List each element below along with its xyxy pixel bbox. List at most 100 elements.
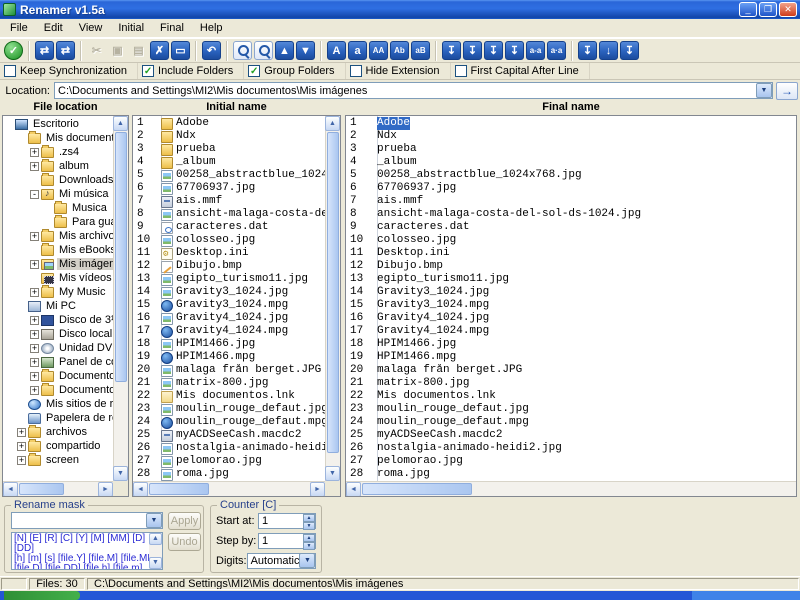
initial-row[interactable]: 25myACDSeeCash.macdc2 xyxy=(133,429,325,442)
final-row[interactable]: 9caracteres.dat xyxy=(346,221,796,234)
tree-expander-icon[interactable]: + xyxy=(30,162,39,171)
scroll-right-icon[interactable]: ► xyxy=(98,482,113,497)
tree-item-zs4[interactable]: +.zs4 xyxy=(4,145,113,159)
tree-item-compartido[interactable]: +compartido xyxy=(4,439,113,453)
uppercase-all-icon[interactable]: AA xyxy=(369,41,388,60)
tree-expander-icon[interactable]: + xyxy=(30,288,39,297)
invert-case-icon[interactable]: aB xyxy=(411,41,430,60)
initial-row[interactable]: 1Adobe xyxy=(133,117,325,130)
tree-item-mi-pc[interactable]: Mi PC xyxy=(4,299,113,313)
rename-mask-combobox[interactable]: ▼ xyxy=(11,512,163,529)
initial-row[interactable]: 17Gravity4_1024.mpg xyxy=(133,325,325,338)
final-row[interactable]: 15Gravity3_1024.mpg xyxy=(346,299,796,312)
tree-item-unidad-dvd-d[interactable]: +Unidad DVD (D:) xyxy=(4,341,113,355)
tree-item-para-guardar[interactable]: Para guardar xyxy=(4,215,113,229)
undo-icon[interactable]: ↶ xyxy=(202,41,221,60)
scroll-down-icon[interactable]: ▼ xyxy=(325,466,340,481)
tree-item-documentos-compartidos[interactable]: +Documentos compartidos xyxy=(4,369,113,383)
final-row[interactable]: 13egipto_turismo11.jpg xyxy=(346,273,796,286)
location-dropdown-icon[interactable]: ▼ xyxy=(756,83,772,98)
dash-to-space-icon[interactable]: a·a xyxy=(547,41,566,60)
final-row[interactable]: 3prueba xyxy=(346,143,796,156)
checkbox-keep-synchronization[interactable] xyxy=(4,65,16,77)
start-button-edge[interactable] xyxy=(4,591,80,600)
final-row[interactable]: 14Gravity3_1024.jpg xyxy=(346,286,796,299)
start-at-value[interactable]: 1 xyxy=(262,515,268,527)
maximize-button[interactable]: ❐ xyxy=(759,2,777,17)
final-row[interactable]: 4_album xyxy=(346,156,796,169)
tree-item-mis-v-deos[interactable]: Mis vídeos xyxy=(4,271,113,285)
undo-button[interactable]: Undo xyxy=(168,533,201,551)
scroll-left-icon[interactable]: ◄ xyxy=(346,482,361,497)
tree-vertical-scrollbar[interactable]: ▲ ▼ xyxy=(113,116,128,481)
initial-row[interactable]: 28roma.jpg xyxy=(133,468,325,481)
mask-tokens-list[interactable]: [N] [E] [R] [C] [Y] [M] [MM] [D] [DD][h]… xyxy=(11,532,163,570)
final-row[interactable]: 667706937.jpg xyxy=(346,182,796,195)
tree-item-screen[interactable]: +screen xyxy=(4,453,113,467)
menu-edit[interactable]: Edit xyxy=(36,20,71,36)
location-value[interactable]: C:\Documents and Settings\MI2\Mis docume… xyxy=(55,85,756,97)
initial-row[interactable]: 16Gravity4_1024.jpg xyxy=(133,312,325,325)
initial-row[interactable]: 13egipto_turismo11.jpg xyxy=(133,273,325,286)
initial-row[interactable]: 9caracteres.dat xyxy=(133,221,325,234)
final-row[interactable]: 28roma.jpg xyxy=(346,468,796,481)
initial-row[interactable]: 4_album xyxy=(133,156,325,169)
tree-item-musica[interactable]: Musica xyxy=(4,201,113,215)
insert-text-icon[interactable]: ↓ xyxy=(599,41,618,60)
tree-item-documentos-de-mi2[interactable]: +Documentos de MI2 xyxy=(4,383,113,397)
tree-item-papelera-de-reciclaje[interactable]: Papelera de reciclaje xyxy=(4,411,113,425)
final-row[interactable]: 2Ndx xyxy=(346,130,796,143)
tree-expander-icon[interactable]: + xyxy=(17,456,26,465)
final-row[interactable]: 17Gravity4_1024.mpg xyxy=(346,325,796,338)
scrollbar-thumb[interactable] xyxy=(149,483,209,495)
scroll-down-icon[interactable]: ▼ xyxy=(113,466,128,481)
initial-row[interactable]: 3prueba xyxy=(133,143,325,156)
scroll-up-icon[interactable]: ▲ xyxy=(149,533,162,545)
scroll-down-icon[interactable]: ▼ xyxy=(149,557,162,569)
menu-view[interactable]: View xyxy=(71,20,111,36)
scrollbar-thumb[interactable] xyxy=(115,132,127,382)
minimize-button[interactable]: _ xyxy=(739,2,757,17)
final-row[interactable]: 7ais.mmf xyxy=(346,195,796,208)
final-row[interactable]: 11Desktop.ini xyxy=(346,247,796,260)
tree-expander-icon[interactable]: + xyxy=(30,358,39,367)
option-include-folders[interactable]: ✓Include Folders xyxy=(138,63,244,79)
initial-horizontal-scrollbar[interactable]: ◄ ► xyxy=(133,481,325,496)
checkbox-hide-extension[interactable] xyxy=(350,65,362,77)
lowercase-icon[interactable]: a xyxy=(348,41,367,60)
start-at-spinner[interactable]: ▲▼ xyxy=(303,514,315,528)
option-group-folders[interactable]: ✓Group Folders xyxy=(244,63,345,79)
initial-row[interactable]: 21matrix-800.jpg xyxy=(133,377,325,390)
tree-item-panel-de-control[interactable]: +Panel de control xyxy=(4,355,113,369)
tree-item-disco-de-3-a[interactable]: +Disco de 3½ (A:) xyxy=(4,313,113,327)
initial-row[interactable]: 12Dibujo.bmp xyxy=(133,260,325,273)
tokens-scrollbar[interactable]: ▲ ▼ xyxy=(149,533,162,569)
initial-row[interactable]: 26nostalgia-animado-heidi2.jpg xyxy=(133,442,325,455)
final-row[interactable]: 1Adobe xyxy=(346,117,796,130)
final-row[interactable]: 26nostalgia-animado-heidi2.jpg xyxy=(346,442,796,455)
location-combobox[interactable]: C:\Documents and Settings\MI2\Mis docume… xyxy=(54,82,773,99)
tree-expander-icon[interactable]: + xyxy=(17,442,26,451)
move-up-icon[interactable]: ▲ xyxy=(275,41,294,60)
menu-initial[interactable]: Initial xyxy=(110,20,152,36)
delete-icon[interactable]: ✗ xyxy=(150,41,169,60)
menu-file[interactable]: File xyxy=(2,20,36,36)
scroll-left-icon[interactable]: ◄ xyxy=(3,482,18,497)
initial-row[interactable]: 22Mis documentos.lnk xyxy=(133,390,325,403)
tree-item-album[interactable]: +album xyxy=(4,159,113,173)
initial-row[interactable]: 24moulin_rouge_defaut.mpg xyxy=(133,416,325,429)
final-row[interactable]: 16Gravity4_1024.jpg xyxy=(346,312,796,325)
scrollbar-thumb[interactable] xyxy=(19,483,64,495)
digits-value[interactable]: Automatic xyxy=(251,555,300,567)
initial-row[interactable]: 667706937.jpg xyxy=(133,182,325,195)
tree-item-mis-sitios-de-red[interactable]: Mis sitios de red xyxy=(4,397,113,411)
step-by-spinner[interactable]: ▲▼ xyxy=(303,534,315,548)
scroll-up-icon[interactable]: ▲ xyxy=(113,116,128,131)
sync-final-icon[interactable]: ⇄ xyxy=(56,41,75,60)
tree-expander-icon[interactable]: + xyxy=(30,386,39,395)
tree-expander-icon[interactable]: + xyxy=(30,148,39,157)
checkbox-group-folders[interactable]: ✓ xyxy=(248,65,260,77)
go-button[interactable]: → xyxy=(776,82,798,100)
final-row[interactable]: 25myACDSeeCash.macdc2 xyxy=(346,429,796,442)
step-by-value[interactable]: 1 xyxy=(262,535,268,547)
